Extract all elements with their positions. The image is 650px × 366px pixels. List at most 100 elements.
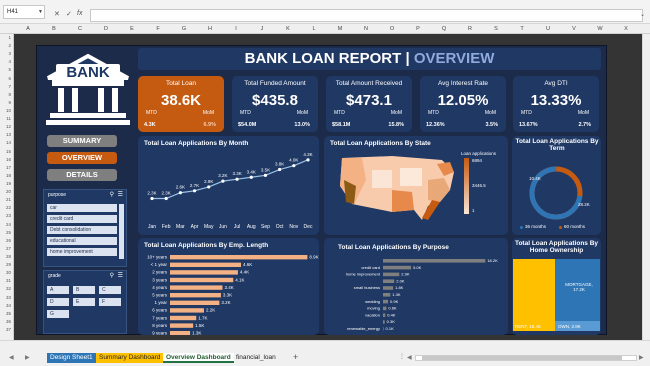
column-label[interactable]: W bbox=[590, 24, 610, 34]
column-label[interactable]: B bbox=[44, 24, 64, 34]
row-label[interactable]: 19 bbox=[0, 180, 13, 188]
slicer-scrollbar[interactable] bbox=[119, 204, 124, 259]
multi-select-icon[interactable]: ☰ bbox=[118, 272, 123, 279]
vertical-scrollbar[interactable] bbox=[642, 34, 650, 340]
column-label[interactable]: G bbox=[174, 24, 194, 34]
column-label[interactable]: O bbox=[382, 24, 402, 34]
column-label[interactable]: M bbox=[330, 24, 350, 34]
column-label[interactable]: K bbox=[278, 24, 298, 34]
function-icon[interactable]: fx bbox=[77, 10, 82, 17]
formula-input[interactable] bbox=[90, 9, 643, 22]
slicer-item-f[interactable]: F bbox=[99, 298, 121, 306]
row-label[interactable]: 4 bbox=[0, 58, 13, 66]
row-label[interactable]: 35 bbox=[0, 310, 13, 318]
row-label[interactable]: 7 bbox=[0, 83, 13, 91]
tab-financial-loan[interactable]: financial_loan bbox=[233, 353, 279, 363]
column-label[interactable]: D bbox=[96, 24, 116, 34]
column-label[interactable]: I bbox=[226, 24, 246, 34]
multi-select-icon[interactable]: ☰ bbox=[118, 191, 123, 198]
row-label[interactable]: 27 bbox=[0, 245, 13, 253]
tab-overview-dashboard[interactable]: Overview Dashboard bbox=[163, 353, 234, 363]
column-label[interactable]: P bbox=[408, 24, 428, 34]
tab-design-sheet1[interactable]: Design Sheet1 bbox=[47, 353, 96, 363]
row-label[interactable]: 8 bbox=[0, 91, 13, 99]
enter-icon[interactable]: ✓ bbox=[66, 10, 72, 18]
row-label[interactable]: 12 bbox=[0, 123, 13, 131]
purpose-value-label: 0.4K bbox=[387, 312, 396, 317]
row-label[interactable]: 36 bbox=[0, 318, 13, 326]
row-label[interactable]: 24 bbox=[0, 221, 13, 229]
column-label[interactable]: J bbox=[252, 24, 272, 34]
row-label[interactable]: 33 bbox=[0, 294, 13, 302]
row-label[interactable]: 37 bbox=[0, 326, 13, 334]
row-label[interactable]: 21 bbox=[0, 196, 13, 204]
row-label[interactable]: 30 bbox=[0, 269, 13, 277]
slicer-item-car[interactable]: car bbox=[47, 204, 117, 212]
row-label[interactable]: 14 bbox=[0, 139, 13, 147]
column-label[interactable]: V bbox=[564, 24, 584, 34]
column-label[interactable]: F bbox=[148, 24, 168, 34]
column-label[interactable]: S bbox=[486, 24, 506, 34]
column-label[interactable]: L bbox=[304, 24, 324, 34]
overview-button[interactable]: OVERVIEW bbox=[47, 152, 117, 164]
row-label[interactable]: 18 bbox=[0, 172, 13, 180]
slicer-item-educational[interactable]: educational bbox=[47, 237, 117, 245]
scroll-right-icon[interactable]: ▶ bbox=[639, 354, 644, 361]
row-label[interactable]: 9 bbox=[0, 99, 13, 107]
row-label[interactable]: 15 bbox=[0, 148, 13, 156]
row-label[interactable]: 17 bbox=[0, 164, 13, 172]
row-label[interactable]: 28 bbox=[0, 253, 13, 261]
slicer-item-e[interactable]: E bbox=[73, 298, 95, 306]
slicer-item-debt[interactable]: Debt consolidation bbox=[47, 226, 117, 234]
column-label[interactable]: H bbox=[200, 24, 220, 34]
next-sheet-icon[interactable]: ▶ bbox=[25, 354, 30, 361]
row-label[interactable]: 20 bbox=[0, 188, 13, 196]
emp-value-label: 1.3K bbox=[192, 331, 201, 336]
chevron-down-icon[interactable]: ▼ bbox=[38, 9, 43, 15]
slicer-item-c[interactable]: C bbox=[99, 286, 121, 294]
column-label[interactable]: X bbox=[616, 24, 636, 34]
column-label[interactable]: U bbox=[538, 24, 558, 34]
filter-clear-icon[interactable]: ⚲ bbox=[110, 191, 114, 198]
column-label[interactable]: C bbox=[70, 24, 90, 34]
row-label[interactable]: 16 bbox=[0, 156, 13, 164]
row-label[interactable]: 10 bbox=[0, 107, 13, 115]
slicer-item-d[interactable]: D bbox=[47, 298, 69, 306]
tab-summary-dashboard[interactable]: Summary Dashboard bbox=[96, 353, 164, 363]
row-label[interactable]: 2 bbox=[0, 42, 13, 50]
scroll-left-icon[interactable]: ◀ bbox=[407, 354, 412, 361]
row-label[interactable]: 6 bbox=[0, 75, 13, 83]
row-label[interactable]: 3 bbox=[0, 50, 13, 58]
row-label[interactable]: 26 bbox=[0, 237, 13, 245]
horizontal-scroll-thumb[interactable] bbox=[422, 356, 622, 360]
column-label[interactable]: R bbox=[460, 24, 480, 34]
details-button[interactable]: DETAILS bbox=[47, 169, 117, 181]
filter-clear-icon[interactable]: ⚲ bbox=[110, 272, 114, 279]
row-label[interactable]: 1 bbox=[0, 34, 13, 42]
cancel-icon[interactable]: ✕ bbox=[54, 10, 60, 18]
row-label[interactable]: 31 bbox=[0, 277, 13, 285]
slicer-item-b[interactable]: B bbox=[73, 286, 95, 294]
row-label[interactable]: 34 bbox=[0, 302, 13, 310]
column-label[interactable]: N bbox=[356, 24, 376, 34]
row-label[interactable]: 29 bbox=[0, 261, 13, 269]
column-label[interactable]: Q bbox=[434, 24, 454, 34]
slicer-item-g[interactable]: G bbox=[47, 310, 69, 318]
slicer-item-a[interactable]: A bbox=[47, 286, 69, 294]
prev-sheet-icon[interactable]: ◀ bbox=[9, 354, 14, 361]
row-label[interactable]: 5 bbox=[0, 66, 13, 74]
column-label[interactable]: A bbox=[18, 24, 38, 34]
add-sheet-icon[interactable]: + bbox=[293, 352, 298, 362]
summary-button[interactable]: SUMMARY bbox=[47, 135, 117, 147]
row-label[interactable]: 22 bbox=[0, 204, 13, 212]
row-label[interactable]: 32 bbox=[0, 285, 13, 293]
slicer-item-credit-card[interactable]: credit card bbox=[47, 215, 117, 223]
expand-icon[interactable]: ⌄ bbox=[640, 11, 645, 18]
slicer-item-home[interactable]: home improvement bbox=[47, 248, 117, 256]
row-label[interactable]: 23 bbox=[0, 212, 13, 220]
row-label[interactable]: 11 bbox=[0, 115, 13, 123]
column-label[interactable]: E bbox=[122, 24, 142, 34]
row-label[interactable]: 13 bbox=[0, 131, 13, 139]
column-label[interactable]: T bbox=[512, 24, 532, 34]
row-label[interactable]: 25 bbox=[0, 229, 13, 237]
